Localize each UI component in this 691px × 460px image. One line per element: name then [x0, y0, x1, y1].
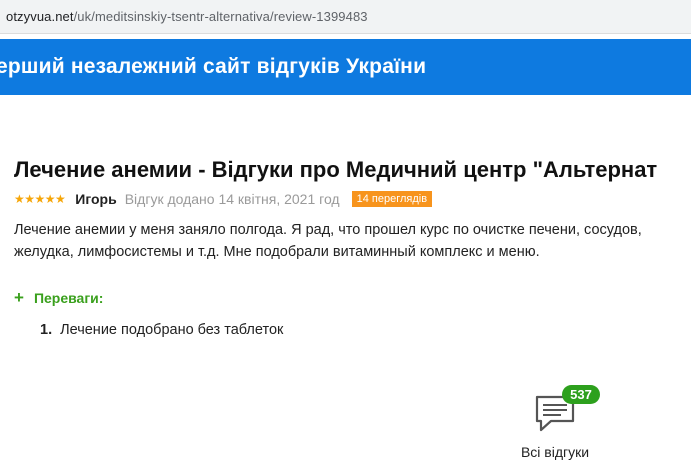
rating-stars-icon: ★★★★★	[14, 192, 66, 206]
plus-icon: +	[14, 288, 24, 307]
reviews-count-badge: 537	[562, 385, 600, 404]
list-item: 1. Лечение подобрано без таблеток	[40, 322, 283, 338]
review-date: Відгук додано 14 квітня, 2021 год	[124, 191, 340, 207]
review-meta: ★★★★★ Игорь Відгук додано 14 квітня, 202…	[14, 191, 433, 207]
address-bar[interactable]: otzyvua.net/uk/meditsinskiy-tsentr-alter…	[0, 0, 691, 34]
pros-heading: + Переваги:	[14, 288, 104, 307]
review-text-line: желудка, лимфосистемы и т.д. Мне подобра…	[14, 244, 540, 260]
site-banner: ерший незалежний сайт відгуків України	[0, 39, 691, 95]
url-host: otzyvua.net	[6, 9, 74, 24]
url-text[interactable]: otzyvua.net/uk/meditsinskiy-tsentr-alter…	[0, 9, 368, 24]
views-badge: 14 переглядів	[351, 191, 433, 207]
list-item-number: 1.	[40, 322, 53, 338]
all-reviews-button[interactable]: 537 Всі відгуки	[505, 383, 605, 460]
url-path: /uk/meditsinskiy-tsentr-alternativa/revi…	[73, 9, 368, 24]
review-text: Лечение анемии у меня заняло полгода. Я …	[14, 219, 691, 263]
review-author[interactable]: Игорь	[75, 191, 116, 207]
review-text-line: Лечение анемии у меня заняло полгода. Я …	[14, 222, 642, 238]
pros-list: 1. Лечение подобрано без таблеток	[40, 322, 283, 338]
pros-label: Переваги:	[33, 290, 104, 306]
review-title: Лечение анемии - Відгуки про Медичний це…	[14, 157, 658, 182]
banner-text: ерший незалежний сайт відгуків України	[0, 55, 427, 78]
list-item-text: Лечение подобрано без таблеток	[60, 322, 284, 338]
all-reviews-label: Всі відгуки	[520, 444, 590, 460]
